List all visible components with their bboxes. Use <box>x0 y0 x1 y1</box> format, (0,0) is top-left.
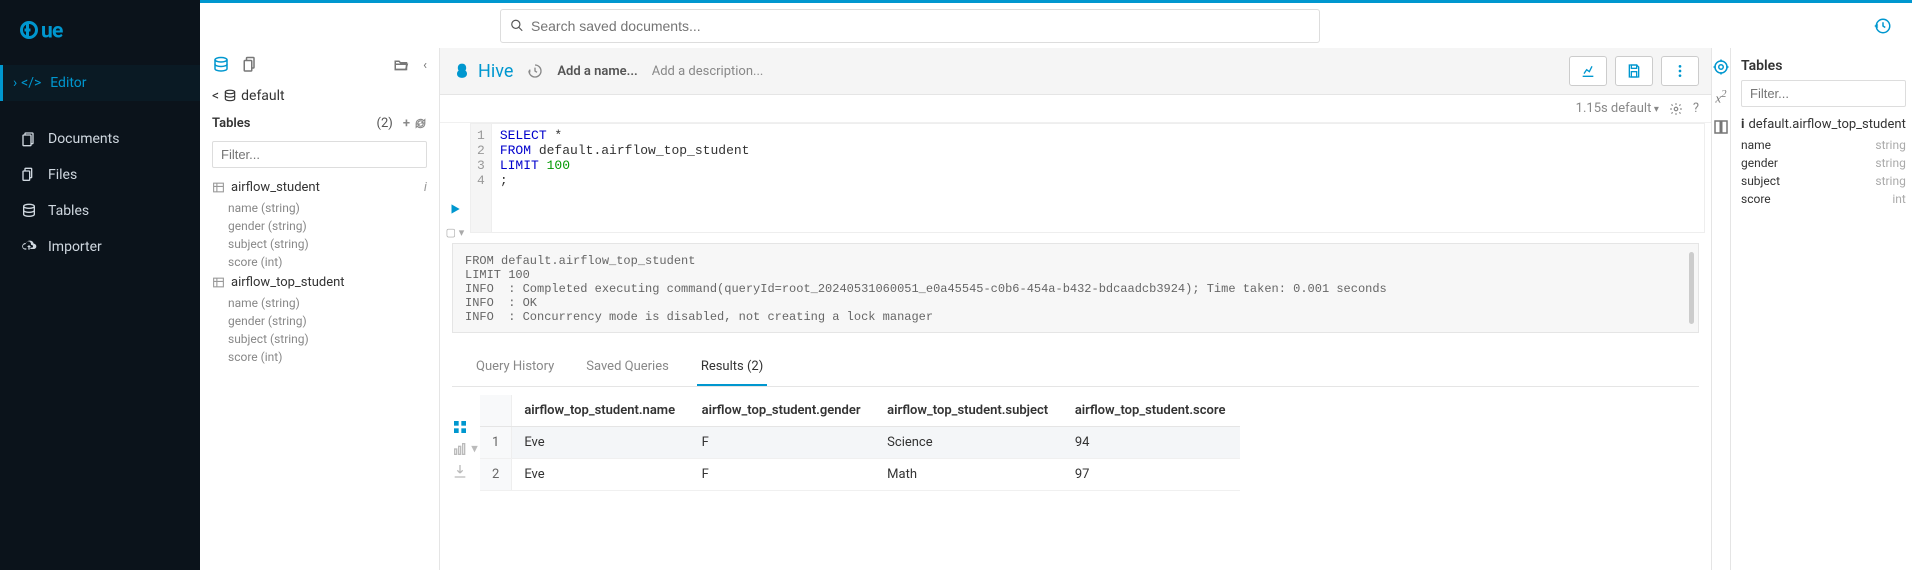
sql-editor[interactable]: 1234 SELECT * FROM default.airflow_top_s… <box>470 123 1711 243</box>
meta-column[interactable]: scoreint <box>1741 190 1906 208</box>
left-sidebar: ue › </> Editor Documents Files Tables I… <box>0 0 200 570</box>
search-icon <box>510 18 524 33</box>
help-icon[interactable]: ? <box>1693 101 1699 116</box>
meta-column[interactable]: namestring <box>1741 136 1906 154</box>
download-icon[interactable] <box>452 463 480 479</box>
table-list: airflow_student i name (string) gender (… <box>200 172 439 370</box>
logo: ue <box>0 0 200 65</box>
functions-icon[interactable]: x2 <box>1715 88 1726 106</box>
info-icon[interactable]: i <box>424 180 427 195</box>
column-header[interactable]: airflow_top_student.subject <box>875 395 1063 427</box>
column-header[interactable]: airflow_top_student.gender <box>690 395 876 427</box>
nav-editor[interactable]: › </> Editor <box>0 65 200 101</box>
table-name: airflow_top_student <box>231 275 345 290</box>
assist-target-icon[interactable] <box>1712 58 1730 76</box>
book-icon[interactable] <box>1712 118 1730 136</box>
right-panel-title: Tables <box>1741 58 1906 74</box>
column-item[interactable]: name (string) <box>200 199 439 217</box>
hive-icon <box>452 61 472 82</box>
database-icon <box>20 203 38 219</box>
info-icon: i <box>1741 117 1744 132</box>
svg-text:ue: ue <box>41 20 63 44</box>
table-icon <box>212 275 225 290</box>
documents-icon <box>20 131 38 147</box>
meta-column[interactable]: subjectstring <box>1741 172 1906 190</box>
code-icon: </> <box>22 75 40 91</box>
column-item[interactable]: score (int) <box>200 348 439 366</box>
nav-label: Tables <box>48 203 89 219</box>
files-icon[interactable] <box>242 56 260 74</box>
search-input[interactable] <box>500 9 1320 43</box>
tab-results[interactable]: Results (2) <box>697 353 767 386</box>
tables-heading: Tables <box>212 116 250 131</box>
table-row[interactable]: 1 Eve F Science 94 <box>480 427 1240 459</box>
nav-documents[interactable]: Documents <box>0 121 200 157</box>
cloud-upload-icon <box>20 239 38 255</box>
refresh-icon[interactable] <box>414 116 427 131</box>
table-item[interactable]: airflow_top_student <box>200 271 439 294</box>
more-menu-button[interactable] <box>1661 56 1699 86</box>
run-options-button[interactable]: ▢ ▾ <box>446 226 465 239</box>
meta-column[interactable]: genderstring <box>1741 154 1906 172</box>
chevron-left-icon[interactable]: ‹ <box>423 58 427 73</box>
column-item[interactable]: subject (string) <box>200 235 439 253</box>
column-item[interactable]: subject (string) <box>200 330 439 348</box>
column-header[interactable]: airflow_top_student.score <box>1063 395 1240 427</box>
assist-left-panel: ‹ < default Tables (2) + <box>200 48 440 570</box>
undo-icon[interactable] <box>527 63 543 79</box>
engine-label[interactable]: Hive <box>478 61 513 82</box>
tab-saved-queries[interactable]: Saved Queries <box>582 353 673 386</box>
editor-header: Hive Add a name... Add a description... <box>440 48 1711 95</box>
files-icon <box>20 167 38 183</box>
database-icon[interactable] <box>212 56 230 74</box>
chevron-left-icon: < <box>212 88 219 104</box>
log-panel: FROM default.airflow_top_student LIMIT 1… <box>452 243 1699 333</box>
table-item[interactable]: airflow_student i <box>200 176 439 199</box>
nav-label: Documents <box>48 131 119 147</box>
table-icon <box>212 180 225 195</box>
meta-table-name[interactable]: i default.airflow_top_student <box>1741 117 1906 132</box>
column-header[interactable] <box>480 395 512 427</box>
tables-filter-input[interactable] <box>212 141 427 168</box>
column-item[interactable]: gender (string) <box>200 217 439 235</box>
right-filter-input[interactable] <box>1741 80 1906 107</box>
log-text: FROM default.airflow_top_student LIMIT 1… <box>465 254 1686 324</box>
top-bar <box>200 0 1912 48</box>
timing-dropdown[interactable]: 1.15s default <box>1576 101 1659 116</box>
database-icon <box>223 88 237 104</box>
results-table: airflow_top_student.name airflow_top_stu… <box>480 395 1699 491</box>
tables-count: (2) <box>377 116 393 131</box>
scrollbar[interactable] <box>1689 252 1694 324</box>
table-row[interactable]: 2 Eve F Math 97 <box>480 459 1240 491</box>
nav-importer[interactable]: Importer <box>0 229 200 265</box>
chart-button[interactable] <box>1569 56 1607 86</box>
add-description-button[interactable]: Add a description... <box>652 64 764 79</box>
grid-view-icon[interactable] <box>452 419 480 435</box>
nav-tables[interactable]: Tables <box>0 193 200 229</box>
column-header[interactable]: airflow_top_student.name <box>512 395 690 427</box>
nav-label: Importer <box>48 239 102 255</box>
table-name: airflow_student <box>231 180 320 195</box>
history-icon[interactable] <box>1874 17 1892 35</box>
column-item[interactable]: score (int) <box>200 253 439 271</box>
column-item[interactable]: name (string) <box>200 294 439 312</box>
plus-icon[interactable]: + <box>403 116 410 131</box>
tab-query-history[interactable]: Query History <box>472 353 558 386</box>
nav-label: Files <box>48 167 77 183</box>
nav-files[interactable]: Files <box>0 157 200 193</box>
breadcrumb[interactable]: < default <box>200 82 439 110</box>
add-name-button[interactable]: Add a name... <box>557 64 637 79</box>
folder-open-icon[interactable] <box>393 56 411 74</box>
save-button[interactable] <box>1615 56 1653 86</box>
chart-view-icon[interactable]: ▾ <box>452 441 480 457</box>
run-button[interactable] <box>448 201 462 216</box>
nav-label: Editor <box>50 75 86 91</box>
breadcrumb-label: default <box>241 88 285 104</box>
gear-icon[interactable] <box>1669 101 1683 116</box>
chevron-right-icon: › <box>13 75 17 91</box>
column-item[interactable]: gender (string) <box>200 312 439 330</box>
